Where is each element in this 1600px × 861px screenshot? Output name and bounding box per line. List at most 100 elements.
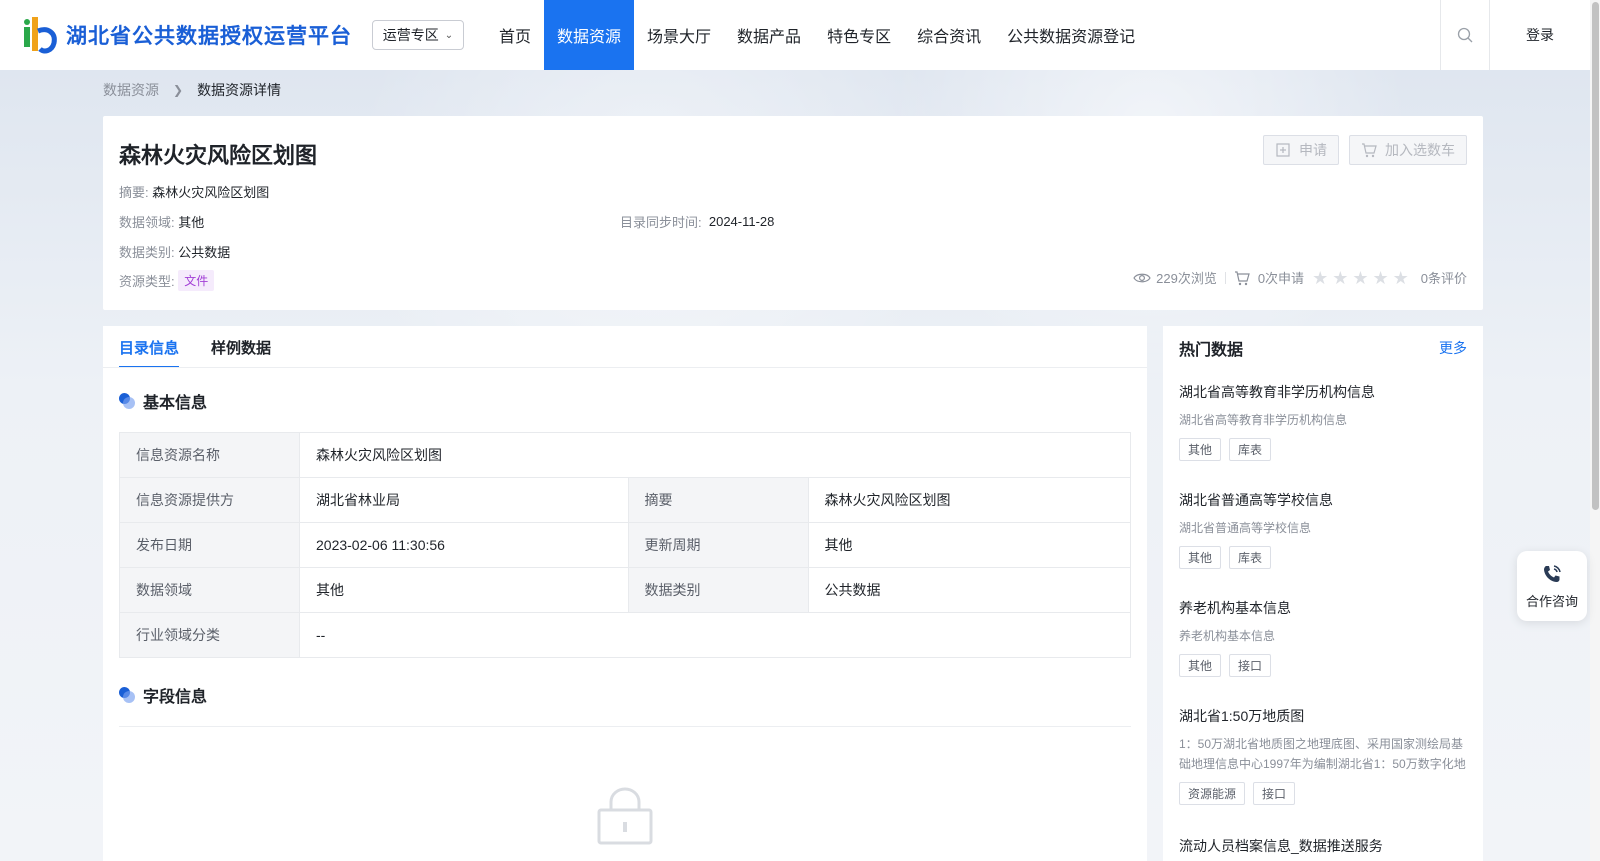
chevron-down-icon: ⌄ <box>444 29 454 41</box>
table-key: 摘要 <box>627 477 809 523</box>
hot-data-desc: 湖北省高等教育非学历机构信息 <box>1179 413 1348 427</box>
table-key: 信息资源提供方 <box>119 477 300 523</box>
hot-data-item[interactable]: 养老机构基本信息 养老机构基本信息 其他 接口 <box>1179 598 1467 677</box>
cart-icon <box>1234 270 1250 285</box>
apply-button-label: 申请 <box>1299 142 1327 158</box>
breadcrumb-parent[interactable]: 数据资源 <box>103 80 159 100</box>
table-row: 信息资源提供方 湖北省林业局 摘要 森林火灾风险区划图 <box>119 477 1131 523</box>
resource-stats: 229次浏览 0次申请 ★ ★ ★ ★ ★ 0条评价 <box>1133 268 1467 287</box>
table-value: 森林火灾风险区划图 <box>299 432 1131 478</box>
hot-data-tag: 其他 <box>1179 654 1222 677</box>
nav-item-4[interactable]: 特色专区 <box>814 0 904 70</box>
category-label: 数据类别: <box>119 245 175 260</box>
lock-icon <box>597 787 653 845</box>
table-key: 更新周期 <box>627 522 809 568</box>
hot-data-name[interactable]: 流动人员档案信息_数据推送服务 <box>1179 836 1467 856</box>
resource-detail-card: 森林火灾风险区划图 摘要: 森林火灾风险区划图 数据领域: 其他 目录同步时间:… <box>103 116 1483 310</box>
nav-item-1[interactable]: 数据资源 <box>544 0 635 70</box>
hot-data-tag: 其他 <box>1179 438 1222 461</box>
table-key: 发布日期 <box>119 522 300 568</box>
domain-value: 其他 <box>178 215 205 230</box>
hot-data-tag: 接口 <box>1229 654 1272 677</box>
hot-data-name[interactable]: 湖北省1:50万地质图 <box>1179 706 1467 726</box>
hot-data-desc: 养老机构基本信息 <box>1179 629 1276 643</box>
sync-time-value: 2024-11-28 <box>708 214 775 229</box>
site-logo[interactable]: 湖北省公共数据授权运营平台 <box>0 0 372 70</box>
hot-data-item[interactable]: 湖北省高等教育非学历机构信息 湖北省高等教育非学历机构信息 其他 库表 <box>1179 382 1467 461</box>
tab-1[interactable]: 样例数据 <box>211 326 271 368</box>
hot-data-name[interactable]: 养老机构基本信息 <box>1179 598 1467 618</box>
apply-button[interactable]: 申请 <box>1263 135 1339 165</box>
nav-item-3[interactable]: 数据产品 <box>724 0 814 70</box>
table-key: 行业领域分类 <box>119 612 300 658</box>
nav-item-5[interactable]: 综合资讯 <box>904 0 994 70</box>
review-count: 0条评价 <box>1420 271 1467 286</box>
breadcrumb-current: 数据资源详情 <box>197 82 282 98</box>
hot-data-title: 热门数据 <box>1179 342 1244 359</box>
breadcrumb: 数据资源 ❯ 数据资源详情 <box>103 80 281 100</box>
search-button[interactable] <box>1440 0 1490 70</box>
nav-item-6[interactable]: 公共数据资源登记 <box>994 0 1148 70</box>
site-logo-text: 湖北省公共数据授权运营平台 <box>66 25 352 48</box>
domain-label: 数据领域: <box>119 215 175 230</box>
hot-data-tag: 库表 <box>1229 546 1272 569</box>
consult-float-button[interactable]: 合作咨询 <box>1517 551 1587 621</box>
tabs-divider <box>103 367 1147 368</box>
section-bullet-icon <box>119 687 135 703</box>
rating-stars: ★ ★ ★ ★ ★ <box>1312 269 1413 287</box>
hot-data-tag: 接口 <box>1253 782 1296 805</box>
basic-info-heading: 基本信息 <box>119 389 207 413</box>
hot-data-tag: 资源能源 <box>1179 782 1246 805</box>
resource-type-tag: 文件 <box>178 270 215 291</box>
field-info-divider <box>119 726 1131 727</box>
summary-value: 森林火灾风险区划图 <box>152 185 270 200</box>
sync-time-label: 目录同步时间: <box>620 215 702 230</box>
hot-data-desc: 1：50万湖北省地质图之地理底图、采用国家测绘局基础地理信息中心1997年为编制… <box>1179 737 1466 771</box>
basic-info-table: 信息资源名称 森林火灾风险区划图 信息资源提供方 湖北省林业局 摘要 森林火灾风险区划图发… <box>119 432 1131 658</box>
basic-info-title: 基本信息 <box>143 395 208 412</box>
apply-icon <box>1276 143 1290 157</box>
table-key: 数据类别 <box>627 567 809 613</box>
category-row: 数据类别: 公共数据 <box>119 242 230 261</box>
table-value: 其他 <box>807 522 1131 568</box>
star-icon: ★ <box>1312 267 1329 288</box>
tab-0[interactable]: 目录信息 <box>119 326 180 368</box>
add-to-cart-button[interactable]: 加入选数车 <box>1349 135 1467 165</box>
scrollbar-thumb[interactable] <box>1592 2 1599 510</box>
table-key: 数据领域 <box>119 567 300 613</box>
resource-type-label: 资源类型: <box>119 274 175 289</box>
hot-data-item[interactable]: 湖北省普通高等学校信息 湖北省普通高等学校信息 其他 库表 <box>1179 490 1467 569</box>
domain-row: 数据领域: 其他 <box>119 212 204 231</box>
logo-mark-icon <box>24 17 57 54</box>
table-value: 公共数据 <box>807 567 1131 613</box>
hot-data-name[interactable]: 湖北省高等教育非学历机构信息 <box>1179 382 1467 402</box>
table-key: 信息资源名称 <box>119 432 300 478</box>
apply-count: 0次申请 <box>1257 271 1305 286</box>
resource-type-row: 资源类型: 文件 <box>119 270 215 291</box>
chevron-right-icon: ❯ <box>173 83 184 97</box>
table-row: 发布日期 2023-02-06 11:30:56 更新周期 其他 <box>119 522 1131 568</box>
page-scrollbar[interactable] <box>1590 0 1600 861</box>
nav-item-0[interactable]: 首页 <box>486 0 544 70</box>
catalog-card: 目录信息 样例数据 基本信息 信息资源名称 森林火灾风险区划图 信息资源提供方 湖北省林… <box>103 326 1147 861</box>
category-value: 公共数据 <box>178 245 231 260</box>
login-button[interactable]: 登录 <box>1490 0 1590 70</box>
resource-title: 森林火灾风险区划图 <box>119 143 318 168</box>
nav-item-2[interactable]: 场景大厅 <box>634 0 724 70</box>
table-value: 2023-02-06 11:30:56 <box>299 522 629 568</box>
zone-select-label: 运营专区 <box>382 27 439 43</box>
hot-data-item[interactable]: 湖北省1:50万地质图 1：50万湖北省地质图之地理底图、采用国家测绘局基础地理信… <box>1179 706 1467 805</box>
hot-data-name[interactable]: 湖北省普通高等学校信息 <box>1179 490 1467 510</box>
hot-data-panel: 热门数据 更多 湖北省高等教育非学历机构信息 湖北省高等教育非学历机构信息 其他 库表… <box>1163 326 1483 861</box>
add-to-cart-label: 加入选数车 <box>1385 142 1455 158</box>
hot-data-more-link[interactable]: 更多 <box>1439 338 1467 358</box>
table-value: -- <box>299 612 1131 658</box>
search-icon <box>1457 27 1473 43</box>
field-info-heading: 字段信息 <box>119 683 207 707</box>
star-icon: ★ <box>1392 267 1409 288</box>
table-value: 湖北省林业局 <box>299 477 629 523</box>
zone-select[interactable]: 运营专区 ⌄ <box>372 20 464 50</box>
consult-label: 合作咨询 <box>1525 593 1578 609</box>
section-bullet-icon <box>119 393 135 409</box>
hot-data-item[interactable]: 流动人员档案信息_数据推送服务 <box>1179 836 1467 856</box>
